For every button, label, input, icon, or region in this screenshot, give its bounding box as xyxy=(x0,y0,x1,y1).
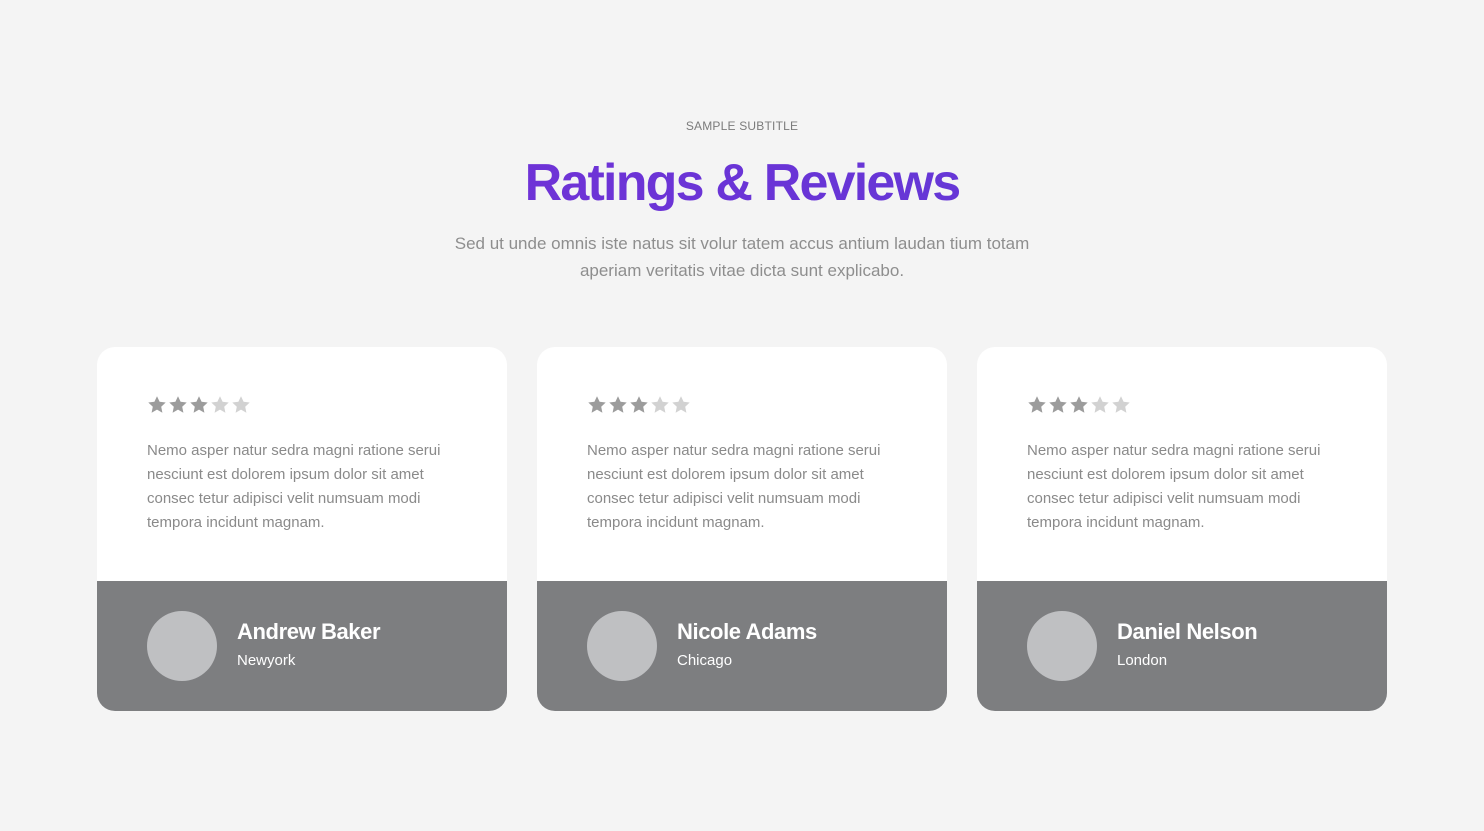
star-empty-icon xyxy=(1112,396,1130,413)
star-rating xyxy=(147,395,251,415)
star-filled-icon xyxy=(630,396,648,413)
avatar xyxy=(587,611,657,681)
avatar xyxy=(1027,611,1097,681)
star-filled-icon xyxy=(1070,396,1088,413)
star-filled-icon xyxy=(190,396,208,413)
reviewer-city: Newyork xyxy=(237,652,296,669)
star-filled-icon xyxy=(1049,396,1067,413)
review-card: Nemo asper natur sedra magni ratione ser… xyxy=(97,347,507,711)
star-empty-icon xyxy=(672,396,690,413)
star-empty-icon xyxy=(211,396,229,413)
review-text: Nemo asper natur sedra magni ratione ser… xyxy=(147,442,441,531)
reviewer-name: Nicole Adams xyxy=(677,619,817,644)
star-rating xyxy=(587,395,691,415)
avatar xyxy=(147,611,217,681)
reviewer-footer: Andrew Baker Newyork xyxy=(97,581,507,711)
reviewer-city: London xyxy=(1117,652,1168,669)
section-subtitle: SAMPLE SUBTITLE xyxy=(685,119,799,133)
section-title: Ratings & Reviews xyxy=(0,150,1484,216)
star-empty-icon xyxy=(1091,396,1109,413)
reviewer-name: Daniel Nelson xyxy=(1117,619,1258,644)
review-card: Nemo asper natur sedra magni ratione ser… xyxy=(537,347,947,711)
star-filled-icon xyxy=(148,396,166,413)
review-text: Nemo asper natur sedra magni ratione ser… xyxy=(587,442,881,531)
reviewer-footer: Daniel Nelson London xyxy=(977,581,1387,711)
reviewer-city: Chicago xyxy=(677,652,733,669)
reviewer-name: Andrew Baker xyxy=(237,619,381,644)
star-empty-icon xyxy=(232,396,250,413)
star-filled-icon xyxy=(588,396,606,413)
star-filled-icon xyxy=(1028,396,1046,413)
star-filled-icon xyxy=(609,396,627,413)
reviewer-footer: Nicole Adams Chicago xyxy=(537,581,947,711)
star-empty-icon xyxy=(651,396,669,413)
review-card: Nemo asper natur sedra magni ratione ser… xyxy=(977,347,1387,711)
section-intro: Sed ut unde omnis iste natus sit volur t… xyxy=(454,234,1030,280)
reviews-section: SAMPLE SUBTITLE Ratings & Reviews Sed ut… xyxy=(0,0,1484,831)
star-filled-icon xyxy=(169,396,187,413)
review-text: Nemo asper natur sedra magni ratione ser… xyxy=(1027,442,1321,531)
star-rating xyxy=(1027,395,1131,415)
